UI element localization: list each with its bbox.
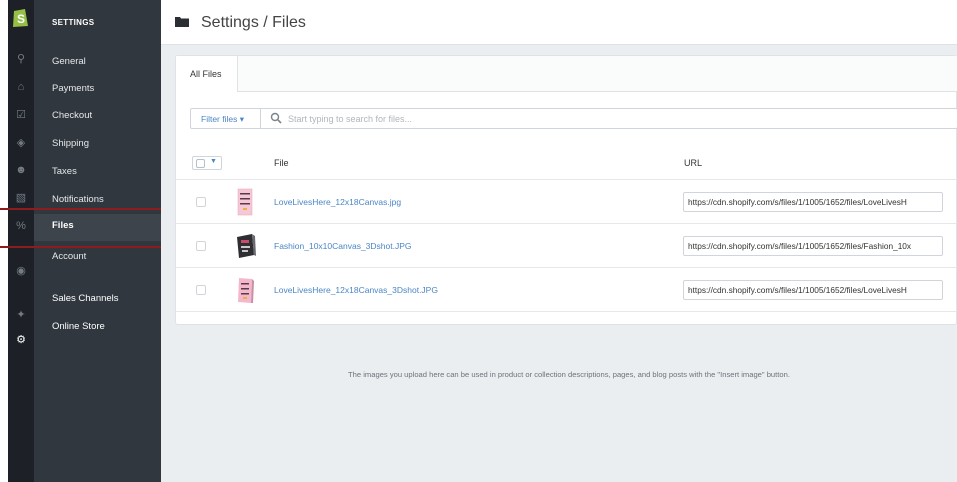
file-name-link[interactable]: LoveLivesHere_12x18Canvas.jpg <box>274 197 401 207</box>
file-name-link[interactable]: Fashion_10x10Canvas_3Dshot.JPG <box>274 241 412 251</box>
upload-hint-text: The images you upload here can be used i… <box>348 370 790 379</box>
file-url-field[interactable] <box>683 192 943 212</box>
row-checkbox[interactable] <box>196 241 206 251</box>
svg-text:S: S <box>17 12 25 26</box>
folder-icon <box>175 17 189 27</box>
file-thumbnail[interactable] <box>232 188 258 216</box>
column-header-url: URL <box>684 158 703 168</box>
table-row: Fashion_10x10Canvas_3Dshot.JPG <box>176 224 957 268</box>
reports-icon[interactable]: ▧ <box>8 191 34 205</box>
search-icon <box>270 112 282 124</box>
tab-all-files[interactable]: All Files <box>176 56 238 92</box>
customers-icon[interactable]: ☻ <box>8 163 34 177</box>
apps-icon[interactable]: ◉ <box>8 264 34 278</box>
row-checkbox[interactable] <box>196 285 206 295</box>
files-highlight-box <box>0 208 175 248</box>
sidebar-item-shipping[interactable]: Shipping <box>34 132 161 159</box>
search-input[interactable] <box>288 110 888 127</box>
shopify-logo-icon[interactable]: S <box>11 6 31 28</box>
row-checkbox[interactable] <box>196 197 206 207</box>
home-icon[interactable]: ⌂ <box>8 80 34 94</box>
chevron-down-icon[interactable]: ▼ <box>210 158 217 165</box>
filter-bar: Filter files ▾ <box>190 108 957 129</box>
file-thumbnail[interactable] <box>232 232 258 260</box>
orders-icon[interactable]: ☑ <box>8 108 34 122</box>
sidebar-item-general[interactable]: General <box>34 50 161 77</box>
sidebar-item-payments[interactable]: Payments <box>34 77 161 104</box>
sidebar-item-sales-channels[interactable]: Sales Channels <box>52 293 119 304</box>
tag-icon[interactable]: ◈ <box>8 136 34 150</box>
select-all-checkbox[interactable] <box>196 159 205 168</box>
tab-bar: All Files <box>176 56 957 92</box>
column-header-file: File <box>274 158 289 168</box>
table-row: LoveLivesHere_12x18Canvas.jpg <box>176 180 957 224</box>
page-header: Settings / Files <box>161 0 957 45</box>
files-card: All Files Filter files ▾ ▼ File URL <box>175 55 957 325</box>
file-thumbnail[interactable] <box>232 276 258 304</box>
filter-files-button[interactable]: Filter files ▾ <box>191 109 261 128</box>
table-header: ▼ File URL <box>176 144 957 180</box>
file-name-link[interactable]: LoveLivesHere_12x18Canvas_3Dshot.JPG <box>274 285 438 295</box>
gear-icon[interactable]: ⚙ <box>8 333 34 347</box>
sidebar-item-taxes[interactable]: Taxes <box>34 160 161 187</box>
bulk-select-dropdown[interactable]: ▼ <box>192 156 222 170</box>
sidebar-item-account[interactable]: Account <box>34 245 161 272</box>
table-row: LoveLivesHere_12x18Canvas_3Dshot.JPG <box>176 268 957 312</box>
channels-icon[interactable]: ✦ <box>8 308 34 322</box>
sidebar-title: SETTINGS <box>52 18 95 27</box>
page-title: Settings / Files <box>201 14 306 31</box>
file-url-field[interactable] <box>683 280 943 300</box>
sidebar-item-online-store[interactable]: Online Store <box>52 321 105 332</box>
sidebar-item-checkout[interactable]: Checkout <box>34 104 161 131</box>
main-content: Settings / Files All Files Filter files … <box>161 0 957 482</box>
search-icon[interactable]: ⚲ <box>8 52 34 66</box>
file-url-field[interactable] <box>683 236 943 256</box>
